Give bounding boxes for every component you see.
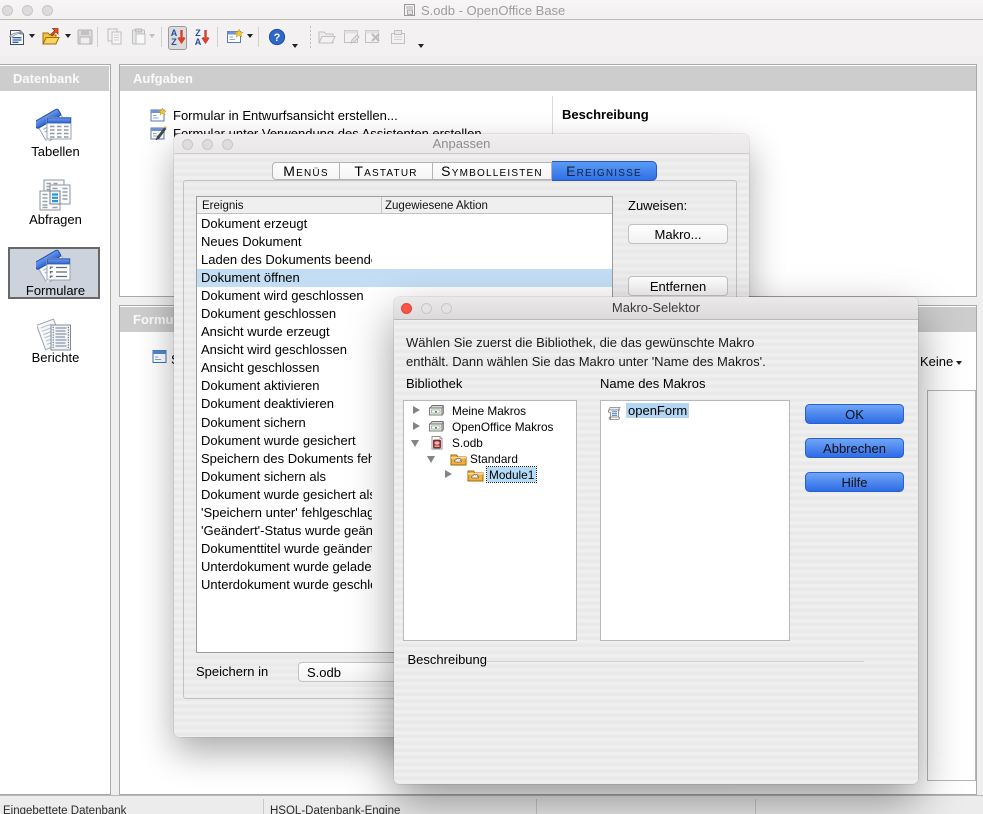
svg-text:Z: Z [171,37,177,46]
svg-text:?: ? [274,32,281,44]
svg-text:A: A [195,37,202,46]
